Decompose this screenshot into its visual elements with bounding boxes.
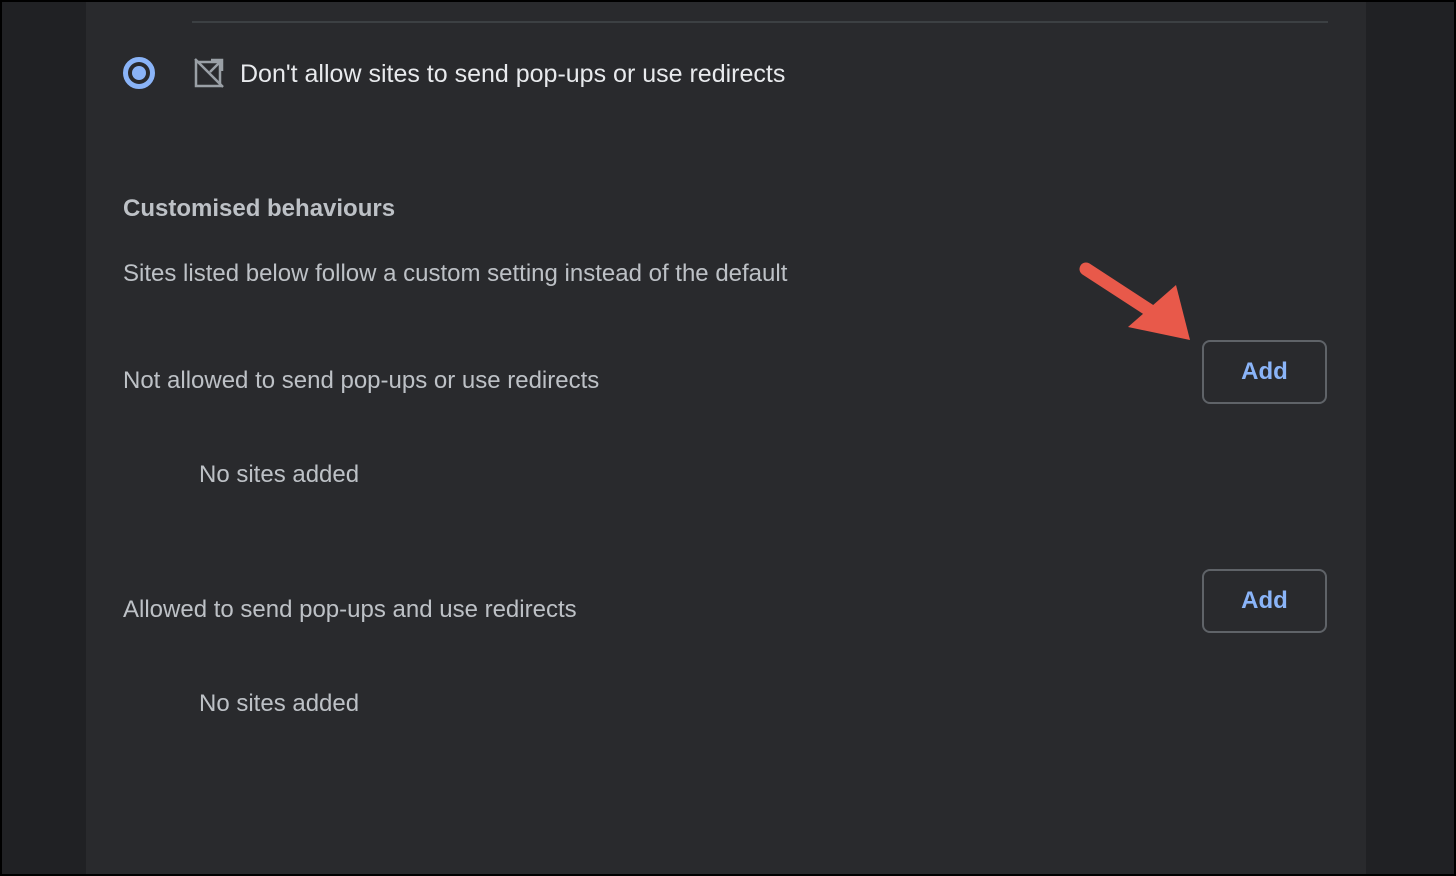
customised-behaviours-title: Customised behaviours (123, 195, 396, 222)
block-popups-label: Don't allow sites to send pop-ups or use… (240, 60, 786, 88)
section-divider (192, 21, 1328, 23)
radio-selected-dot (132, 66, 146, 80)
block-popups-radio[interactable] (123, 57, 155, 89)
screenshot-frame: Don't allow sites to send pop-ups or use… (0, 0, 1456, 876)
customised-behaviours-description: Sites listed below follow a custom setti… (123, 260, 788, 287)
not-allowed-label: Not allowed to send pop-ups or use redir… (123, 367, 600, 394)
add-not-allowed-button[interactable]: Add (1202, 340, 1327, 404)
annotation-arrow (1079, 262, 1190, 340)
add-allowed-button[interactable]: Add (1202, 569, 1327, 633)
allowed-label: Allowed to send pop-ups and use redirect… (123, 596, 577, 623)
not-allowed-empty-text: No sites added (199, 461, 360, 488)
popup-blocked-icon (193, 57, 225, 89)
settings-panel: Don't allow sites to send pop-ups or use… (86, 2, 1366, 874)
allowed-empty-text: No sites added (199, 690, 360, 717)
